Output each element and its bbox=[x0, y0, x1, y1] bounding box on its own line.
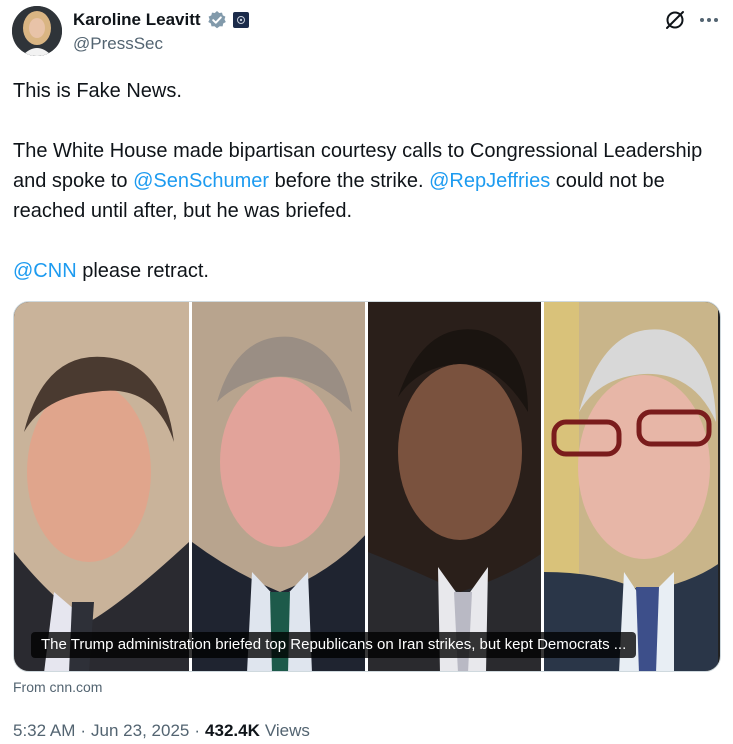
tweet-text: This is Fake News. The White House made b… bbox=[13, 76, 718, 286]
more-options-icon[interactable] bbox=[698, 9, 720, 31]
portrait-2 bbox=[189, 302, 365, 671]
portrait-3 bbox=[365, 302, 541, 671]
author-name-row: Karoline Leavitt bbox=[73, 10, 249, 30]
tweet-time[interactable]: 5:32 AM bbox=[13, 721, 75, 741]
link-card-image[interactable]: The Trump administration briefed top Rep… bbox=[13, 301, 721, 672]
tweet-header: Karoline Leavitt @PressSec bbox=[12, 5, 722, 57]
tweet-date[interactable]: Jun 23, 2025 bbox=[91, 721, 189, 741]
views-label: Views bbox=[264, 721, 310, 740]
tweet-text-segment: This is Fake News. bbox=[13, 80, 182, 102]
author-display-name[interactable]: Karoline Leavitt bbox=[73, 10, 201, 30]
tweet-paragraph: @CNN please retract. bbox=[13, 256, 718, 286]
mention-link[interactable]: @RepJeffries bbox=[429, 170, 550, 192]
tweet-meta: 5:32 AM · Jun 23, 2025 · 432.4K Views bbox=[13, 721, 310, 741]
verified-badge-icon[interactable] bbox=[207, 10, 227, 30]
meta-separator: · bbox=[80, 721, 87, 740]
government-affiliate-icon[interactable] bbox=[232, 12, 249, 28]
grok-icon[interactable] bbox=[664, 9, 686, 31]
author-handle[interactable]: @PressSec bbox=[73, 34, 163, 54]
views-count: 432.4K bbox=[205, 721, 260, 740]
link-source[interactable]: From cnn.com bbox=[13, 679, 102, 695]
meta-separator: · bbox=[194, 721, 201, 740]
portrait-1 bbox=[14, 302, 189, 671]
tweet-paragraph: This is Fake News. bbox=[13, 76, 718, 106]
author-avatar[interactable] bbox=[12, 6, 62, 56]
mention-link[interactable]: @CNN bbox=[13, 260, 77, 282]
tweet-paragraph: The White House made bipartisan courtesy… bbox=[13, 136, 718, 226]
tweet-text-segment: please retract. bbox=[76, 260, 209, 282]
mention-link[interactable]: @SenSchumer bbox=[133, 170, 269, 192]
portrait-4 bbox=[541, 302, 718, 671]
link-card-caption[interactable]: The Trump administration briefed top Rep… bbox=[31, 632, 637, 658]
tweet-text-segment: before the strike. bbox=[269, 170, 430, 192]
